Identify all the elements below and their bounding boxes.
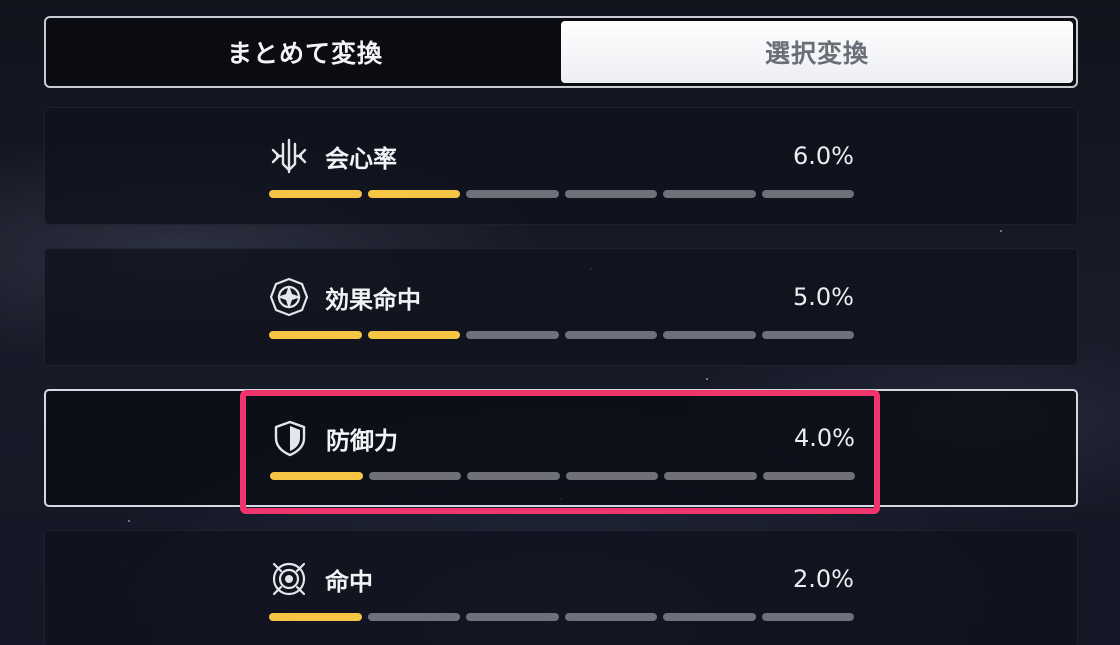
level-segment-filled <box>269 613 362 621</box>
level-segment-empty <box>663 331 756 339</box>
level-segment-empty <box>466 190 559 198</box>
level-segment-empty <box>467 472 560 480</box>
tab-bulk-convert[interactable]: まとめて変換 <box>49 21 561 83</box>
level-segment-empty <box>564 613 657 621</box>
level-segment-filled <box>269 331 362 339</box>
level-segment-empty <box>761 190 854 198</box>
level-segment-empty <box>663 190 756 198</box>
level-segment-empty <box>564 331 657 339</box>
background-star <box>1000 230 1002 232</box>
stat-value: 6.0% <box>793 142 854 170</box>
level-bar <box>269 331 854 339</box>
level-segment-filled <box>367 190 460 198</box>
level-segment-empty <box>367 613 460 621</box>
stat-value: 4.0% <box>794 424 855 452</box>
level-segment-filled <box>367 331 460 339</box>
stat-row-effect-hit[interactable]: 効果命中 5.0% <box>44 248 1078 366</box>
level-segment-filled <box>269 190 362 198</box>
stat-row-defense[interactable]: 防御力 4.0% <box>44 389 1078 507</box>
level-segment-empty <box>466 331 559 339</box>
level-bar <box>269 613 854 621</box>
level-segment-empty <box>761 331 854 339</box>
stat-label: 防御力 <box>326 426 398 455</box>
level-bar <box>270 472 855 480</box>
convert-mode-toggle: まとめて変換 選択変換 <box>44 16 1078 88</box>
target-icon <box>269 559 313 599</box>
level-segment-empty <box>564 190 657 198</box>
stat-row-critical-rate[interactable]: 会心率 6.0% <box>44 107 1078 225</box>
level-segment-empty <box>565 472 658 480</box>
stat-value: 2.0% <box>793 565 854 593</box>
level-segment-empty <box>466 613 559 621</box>
effect-hit-icon <box>269 277 313 317</box>
background-star <box>128 520 130 522</box>
level-segment-empty <box>368 472 461 480</box>
background-star <box>706 378 708 380</box>
stat-label: 効果命中 <box>325 285 421 314</box>
level-bar <box>269 190 854 198</box>
shield-icon <box>270 418 314 458</box>
level-segment-empty <box>761 613 854 621</box>
level-segment-empty <box>762 472 855 480</box>
stat-value: 5.0% <box>793 283 854 311</box>
tab-select-convert[interactable]: 選択変換 <box>561 21 1073 83</box>
level-segment-empty <box>663 613 756 621</box>
stat-row-hit[interactable]: 命中 2.0% <box>44 530 1078 645</box>
level-segment-filled <box>270 472 363 480</box>
critical-rate-icon <box>269 136 313 176</box>
level-segment-empty <box>664 472 757 480</box>
stat-label: 会心率 <box>325 144 397 173</box>
stat-label: 命中 <box>325 567 373 596</box>
